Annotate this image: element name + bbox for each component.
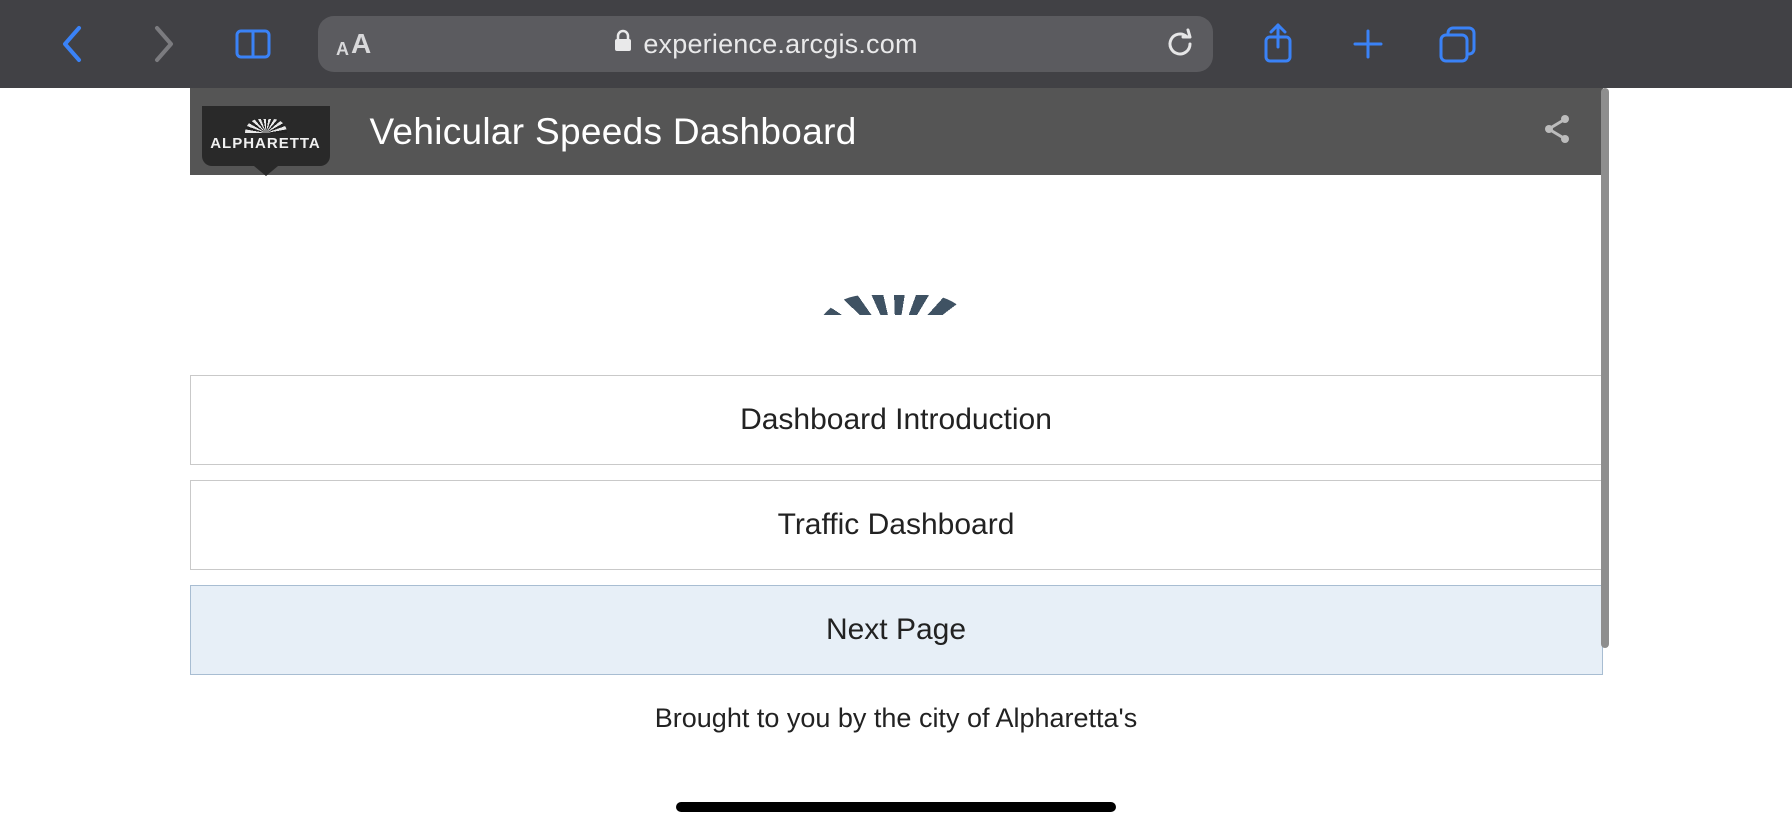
city-seal: THE CITY OF	[190, 175, 1603, 315]
logo-fan-icon	[245, 119, 287, 133]
browser-toolbar: AA experience.arcgis.com	[0, 0, 1792, 88]
footer-text: Brought to you by the city of Alpharetta…	[190, 703, 1603, 734]
dashboard-header: ALPHARETTA Vehicular Speeds Dashboard	[190, 88, 1603, 175]
reload-button[interactable]	[1165, 28, 1195, 60]
dashboard-share-button[interactable]	[1541, 113, 1573, 150]
city-logo-badge: ALPHARETTA	[202, 106, 330, 166]
nav-button-0[interactable]: Dashboard Introduction	[190, 375, 1603, 465]
nav-button-label: Dashboard Introduction	[740, 403, 1052, 437]
nav-button-label: Next Page	[826, 613, 966, 647]
bookmarks-button[interactable]	[208, 0, 298, 88]
forward-button[interactable]	[118, 0, 208, 88]
new-tab-button[interactable]	[1323, 0, 1413, 88]
seal-arc-text-icon: THE CITY OF	[766, 226, 1026, 296]
page-content: ALPHARETTA Vehicular Speeds Dashboard TH…	[190, 88, 1603, 828]
page-title: Vehicular Speeds Dashboard	[370, 111, 857, 153]
tabs-button[interactable]	[1413, 0, 1503, 88]
url-host: experience.arcgis.com	[643, 29, 917, 60]
share-button[interactable]	[1233, 0, 1323, 88]
nav-button-2[interactable]: Next Page	[190, 585, 1603, 675]
nav-button-1[interactable]: Traffic Dashboard	[190, 480, 1603, 570]
home-indicator[interactable]	[676, 802, 1116, 812]
address-bar[interactable]: AA experience.arcgis.com	[318, 16, 1213, 72]
page-viewport: ALPHARETTA Vehicular Speeds Dashboard TH…	[0, 88, 1792, 828]
nav-button-stack: Dashboard Introduction Traffic Dashboard N…	[190, 375, 1603, 675]
back-button[interactable]	[28, 0, 118, 88]
lock-icon	[613, 29, 633, 60]
reader-aa-button[interactable]: AA	[336, 28, 371, 60]
scrollbar[interactable]	[1601, 88, 1609, 648]
seal-fan-icon	[811, 295, 981, 315]
logo-text: ALPHARETTA	[210, 135, 321, 152]
nav-button-label: Traffic Dashboard	[778, 508, 1015, 542]
